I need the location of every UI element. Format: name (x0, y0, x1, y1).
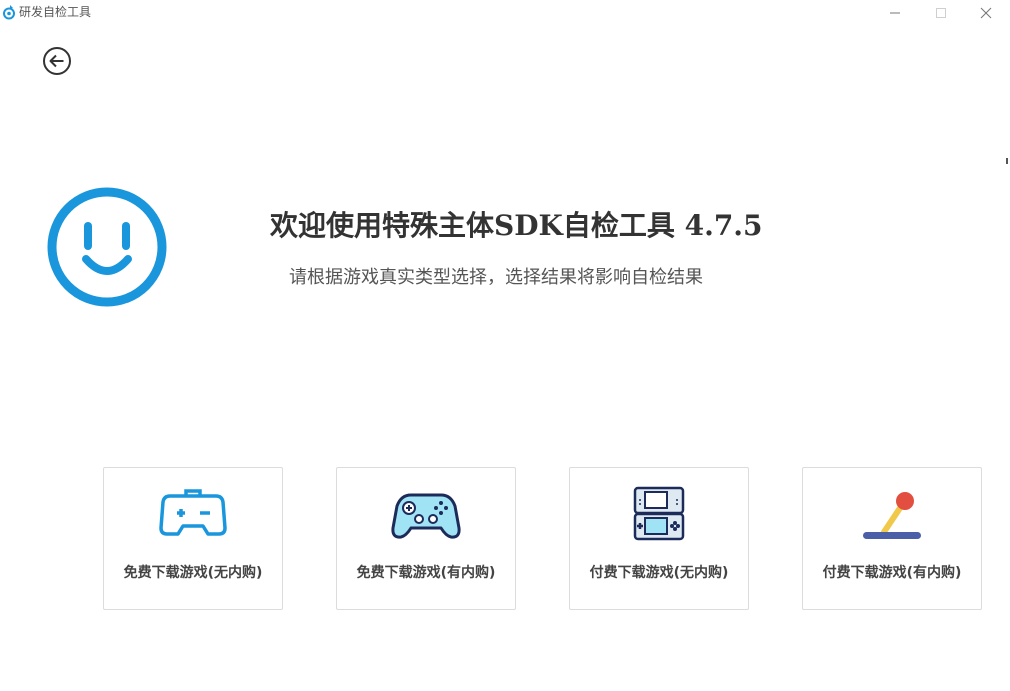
handheld-console-icon (633, 486, 685, 541)
minimize-button[interactable] (872, 0, 918, 26)
card-label: 免费下载游戏(无内购) (123, 565, 263, 581)
gamepad-outline-icon (159, 489, 227, 536)
card-paid-no-iap[interactable]: 付费下载游戏(无内购) (569, 467, 749, 610)
card-label: 付费下载游戏(无内购) (589, 565, 729, 581)
close-button[interactable] (963, 0, 1009, 26)
app-logo-icon (3, 5, 15, 20)
minimize-icon (890, 12, 900, 14)
card-free-no-iap[interactable]: 免费下载游戏(无内购) (103, 467, 283, 610)
gamepad-color-icon (391, 493, 461, 539)
close-icon (980, 7, 992, 19)
back-arrow-icon (43, 47, 71, 75)
maximize-icon (936, 8, 946, 18)
window-title: 研发自检工具 (19, 5, 92, 19)
resize-grip[interactable] (1006, 158, 1008, 164)
smiley-face-icon (47, 187, 167, 307)
page-title: 欢迎使用特殊主体SDK自检工具 4.7.5 (270, 209, 763, 242)
maximize-button[interactable] (918, 0, 964, 26)
card-paid-with-iap[interactable]: 付费下载游戏(有内购) (802, 467, 982, 610)
card-free-with-iap[interactable]: 免费下载游戏(有内购) (336, 467, 516, 610)
joystick-icon (863, 492, 921, 539)
title-bar: 研发自检工具 (0, 0, 1010, 26)
back-button[interactable] (42, 46, 72, 76)
card-label: 免费下载游戏(有内购) (356, 565, 496, 581)
card-label: 付费下载游戏(有内购) (822, 565, 962, 581)
page-subtitle: 请根据游戏真实类型选择，选择结果将影响自检结果 (289, 267, 703, 288)
